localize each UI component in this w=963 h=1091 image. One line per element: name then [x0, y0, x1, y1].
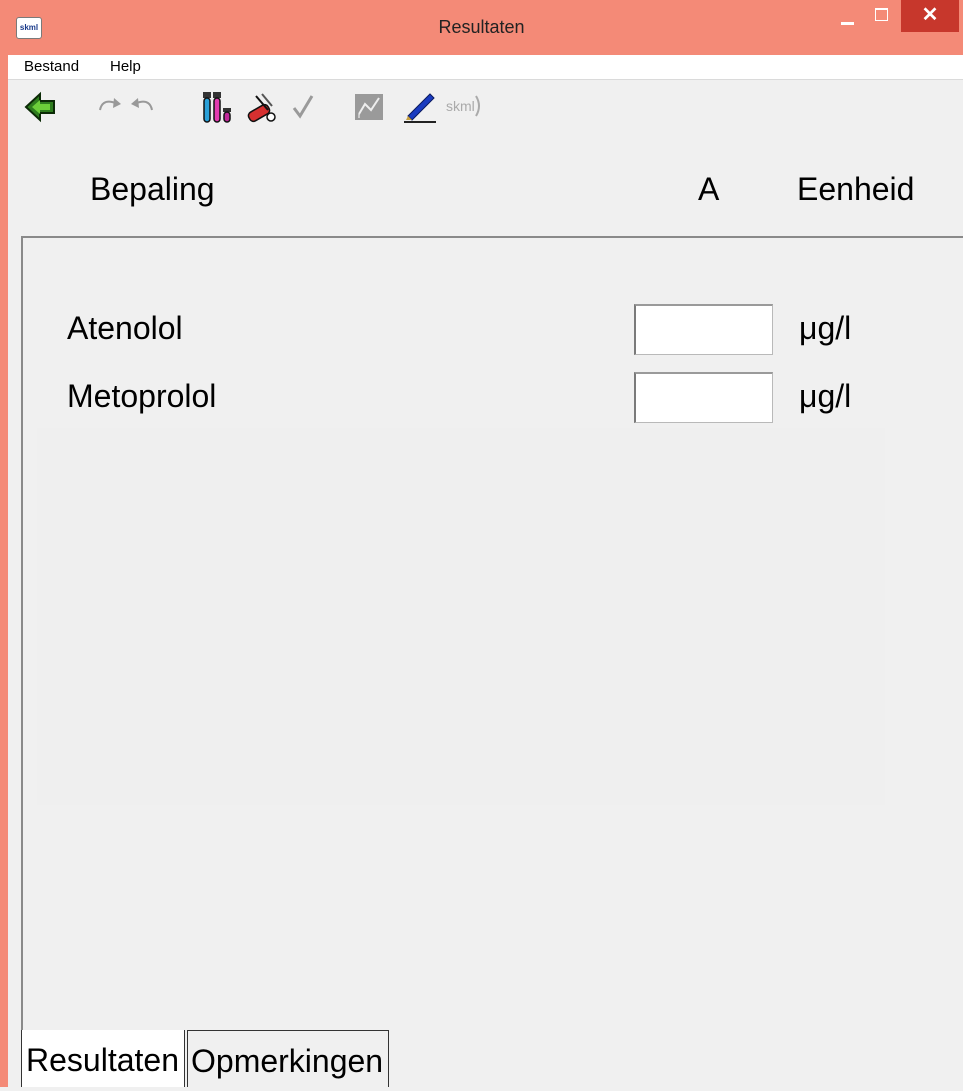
maximize-button[interactable]	[866, 0, 896, 34]
window-left-border	[0, 0, 8, 1087]
menu-help[interactable]: Help	[110, 58, 141, 75]
row-unit: μg/l	[799, 378, 852, 414]
row-unit: μg/l	[799, 310, 852, 346]
header-a: A	[698, 171, 720, 207]
skml-logo-icon[interactable]: skml	[444, 90, 482, 122]
close-button[interactable]: ✕	[901, 0, 959, 32]
graph-tool-icon[interactable]	[353, 90, 387, 122]
title-bar[interactable]: skml Resultaten ✕	[0, 0, 963, 55]
result-input-atenolol[interactable]	[634, 304, 773, 355]
minimize-button[interactable]	[833, 0, 863, 34]
result-row-metoprolol: Metoprolol μg/l	[23, 372, 963, 428]
checkmark-icon[interactable]	[290, 90, 318, 122]
header-eenheid: Eenheid	[797, 171, 915, 207]
header-bepaling: Bepaling	[90, 171, 215, 207]
back-arrow-icon[interactable]	[24, 90, 58, 123]
result-input-metoprolol[interactable]	[634, 372, 773, 423]
test-tubes-icon[interactable]	[200, 90, 236, 123]
window-title: Resultaten	[438, 17, 525, 37]
svg-text:skml: skml	[446, 98, 475, 114]
measure-tools-icon[interactable]	[244, 90, 280, 123]
results-panel: Atenolol μg/l Metoprolol μg/l	[21, 236, 963, 1031]
menu-bestand[interactable]: Bestand	[24, 58, 79, 75]
menu-bar: Bestand Help	[8, 55, 963, 80]
pen-icon[interactable]	[402, 90, 438, 123]
results-area	[37, 428, 885, 805]
undo-icon[interactable]	[128, 90, 156, 122]
tab-resultaten[interactable]: Resultaten	[21, 1030, 185, 1087]
table-header: Bepaling A Eenheid	[8, 140, 963, 236]
redo-icon[interactable]	[96, 90, 124, 122]
row-label: Metoprolol	[67, 378, 217, 414]
row-label: Atenolol	[67, 310, 183, 346]
tab-opmerkingen[interactable]: Opmerkingen	[187, 1030, 389, 1087]
tab-bar: Resultaten Opmerkingen	[21, 1030, 963, 1087]
result-row-atenolol: Atenolol μg/l	[23, 304, 963, 360]
toolbar: skml	[8, 80, 963, 136]
